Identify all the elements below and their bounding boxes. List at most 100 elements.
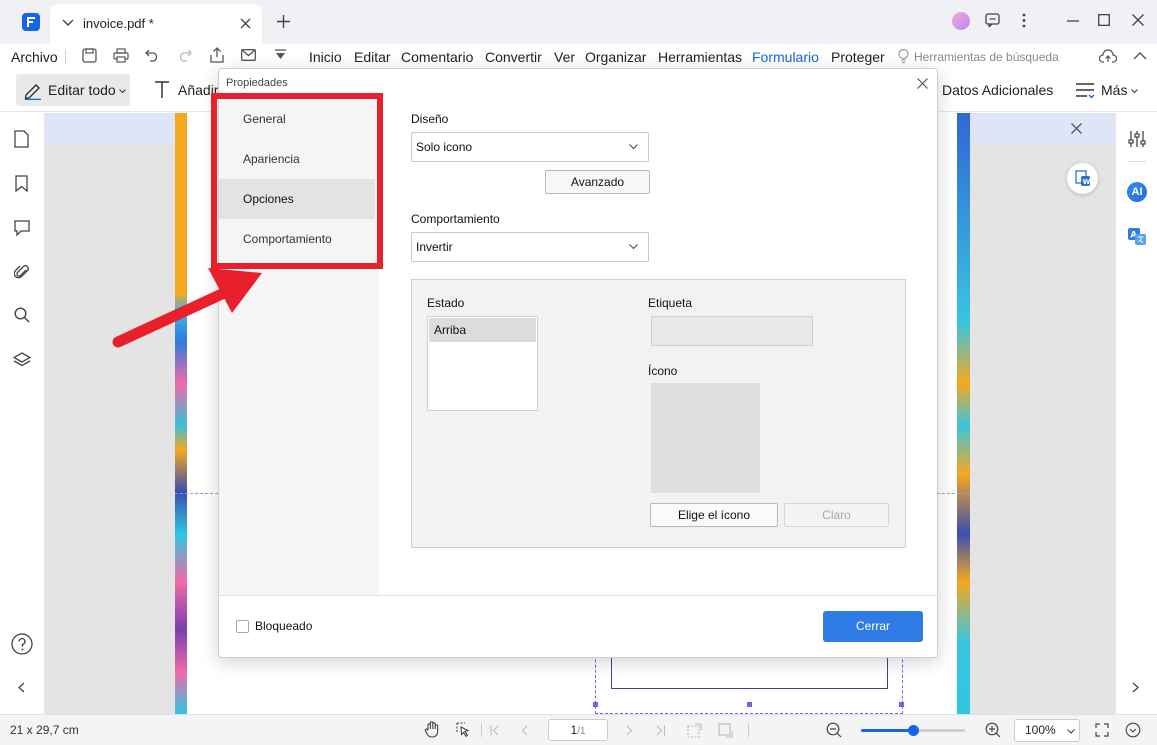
maximize-icon[interactable] — [1098, 14, 1110, 26]
properties-panel-icon[interactable] — [1128, 130, 1146, 148]
document-tab[interactable]: invoice.pdf * — [50, 4, 262, 44]
hand-tool-icon[interactable] — [424, 721, 439, 738]
banner-close-icon[interactable] — [1071, 123, 1082, 134]
left-sidebar — [0, 113, 45, 714]
zoom-slider[interactable] — [861, 725, 965, 736]
previous-page-icon[interactable] — [521, 725, 528, 736]
undo-icon[interactable] — [145, 48, 160, 62]
collapse-left-icon[interactable] — [18, 682, 25, 693]
next-page-icon[interactable] — [626, 725, 633, 736]
redo-icon[interactable] — [177, 48, 192, 62]
translate-icon[interactable]: A — [1127, 227, 1147, 246]
state-list-item[interactable]: Arriba — [429, 318, 536, 342]
menu-edit[interactable]: Editar — [354, 49, 391, 65]
menu-form[interactable]: Formulario — [752, 49, 819, 65]
field-box — [611, 657, 888, 689]
icon-label: Ícono — [648, 364, 678, 378]
locked-label: Bloqueado — [255, 619, 313, 633]
share-icon[interactable] — [210, 47, 224, 63]
resize-handle[interactable] — [899, 702, 904, 707]
tab-dropdown-icon[interactable] — [62, 18, 74, 28]
caption-input[interactable] — [651, 316, 813, 346]
ai-assistant-icon[interactable]: AI — [1127, 182, 1147, 202]
divider — [1128, 161, 1146, 162]
more-lines-icon[interactable] — [1075, 82, 1095, 99]
choose-icon-button[interactable]: Elige el ícono — [650, 503, 778, 527]
advanced-button[interactable]: Avanzado — [545, 170, 650, 194]
menu-file[interactable]: Archivo — [11, 49, 58, 65]
additional-data-button[interactable]: Datos Adicionales — [942, 82, 1053, 98]
locked-checkbox[interactable] — [236, 620, 249, 633]
email-icon[interactable] — [241, 49, 256, 61]
search-tools-link[interactable]: Herramientas de búsqueda — [914, 50, 1059, 64]
menu-view[interactable]: Ver — [554, 49, 575, 65]
zoom-slider-fill — [861, 729, 913, 732]
resize-handle[interactable] — [747, 702, 752, 707]
expand-right-icon[interactable] — [1132, 682, 1139, 693]
chevron-down-icon — [629, 144, 638, 150]
new-tab-icon[interactable] — [277, 15, 290, 28]
behavior-value: Invertir — [416, 240, 453, 254]
fullscreen-icon[interactable] — [1095, 723, 1109, 737]
more-quick-tools-icon[interactable] — [274, 49, 287, 61]
chevron-down-icon — [119, 89, 126, 94]
resize-handle[interactable] — [593, 702, 598, 707]
total-pages: /1 — [577, 726, 586, 737]
search-icon[interactable] — [14, 307, 30, 323]
zoom-select[interactable]: 100% — [1014, 719, 1080, 742]
tab-title: invoice.pdf * — [83, 16, 154, 31]
print-icon[interactable] — [113, 48, 129, 63]
convert-word-button[interactable]: W — [1067, 163, 1098, 194]
close-window-icon[interactable] — [1132, 14, 1144, 26]
cloud-upload-icon[interactable] — [1099, 49, 1117, 63]
menu-home[interactable]: Inicio — [309, 49, 342, 65]
page-number-input[interactable]: 1/1 — [548, 719, 608, 741]
comment-icon[interactable] — [14, 220, 30, 236]
state-label: Estado — [427, 296, 465, 310]
kebab-menu-icon[interactable] — [1022, 13, 1026, 28]
thumbnails-icon[interactable] — [14, 130, 29, 148]
lightbulb-icon — [897, 48, 910, 64]
menu-organize[interactable]: Organizar — [585, 49, 646, 65]
zoom-in-icon[interactable] — [985, 722, 1001, 738]
dialog-footer-divider — [219, 595, 937, 596]
layout-select[interactable]: Solo icono — [411, 132, 649, 162]
scroll-down-icon[interactable] — [1125, 722, 1141, 738]
dialog-close-icon[interactable] — [917, 78, 928, 89]
bookmark-icon[interactable] — [15, 175, 28, 192]
avatar[interactable] — [952, 12, 970, 30]
fit-page-icon[interactable] — [718, 723, 733, 738]
zoom-slider-knob[interactable] — [908, 725, 919, 736]
page-decor-right — [957, 113, 970, 714]
collapse-ribbon-icon[interactable] — [1133, 51, 1147, 60]
rotate-icon[interactable] — [687, 723, 702, 738]
close-button[interactable]: Cerrar — [823, 611, 923, 642]
select-tool-icon[interactable] — [456, 722, 470, 737]
tab-close-icon[interactable] — [240, 18, 251, 29]
layers-icon[interactable] — [13, 352, 31, 368]
menu-comment[interactable]: Comentario — [401, 49, 473, 65]
app-logo-icon — [22, 13, 40, 31]
last-page-icon[interactable] — [656, 725, 666, 736]
behavior-select[interactable]: Invertir — [411, 232, 649, 262]
zoom-out-icon[interactable] — [826, 722, 842, 738]
save-icon[interactable] — [82, 48, 97, 63]
minimize-icon[interactable] — [1067, 20, 1079, 22]
menu-convert[interactable]: Convertir — [485, 49, 542, 65]
state-list[interactable]: Arriba — [427, 316, 538, 411]
clear-button[interactable]: Claro — [784, 503, 889, 527]
more-button[interactable]: Más — [1101, 82, 1127, 98]
menu-tools[interactable]: Herramientas — [658, 49, 742, 65]
text-tool-icon[interactable] — [154, 81, 170, 98]
feedback-icon[interactable] — [985, 13, 1000, 27]
attachment-icon[interactable] — [14, 264, 30, 280]
state-group-box: Estado Arriba Etiqueta Ícono Elige el íc… — [411, 279, 906, 548]
help-icon[interactable] — [11, 633, 33, 655]
divider — [748, 723, 749, 737]
first-page-icon[interactable] — [490, 725, 500, 736]
chevron-down-icon — [1067, 729, 1075, 734]
menu-protect[interactable]: Proteger — [831, 49, 885, 65]
status-bar: 21 x 29,7 cm 1/1 100% — [0, 714, 1157, 745]
word-icon: W — [1075, 170, 1091, 187]
edit-all-button[interactable]: Editar todo — [16, 74, 130, 106]
